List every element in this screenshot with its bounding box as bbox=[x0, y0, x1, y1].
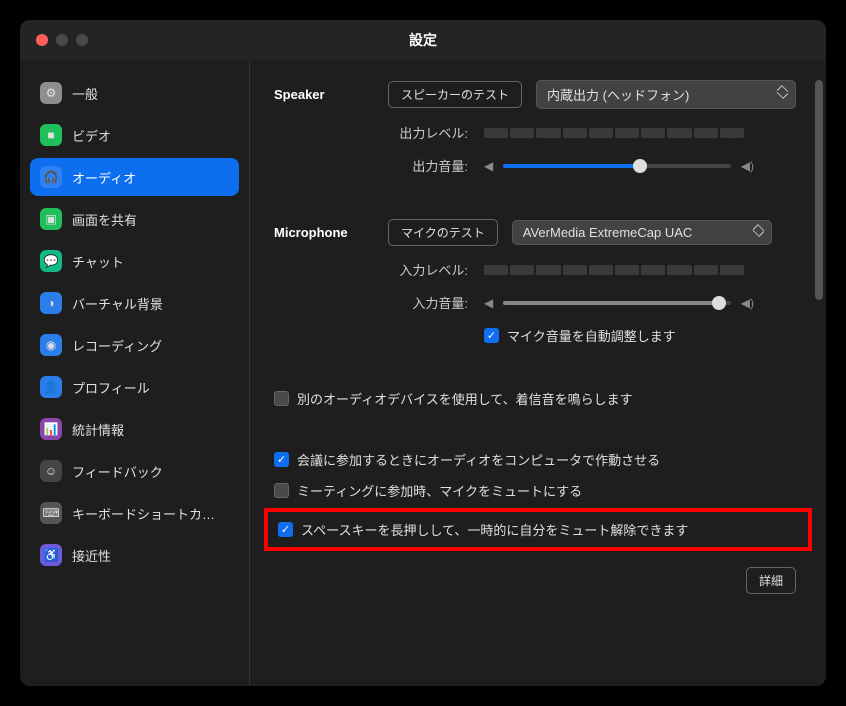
settings-window: 設定 ⚙ 一般 ■ ビデオ 🎧 オーディオ ▣ 画面を共有 💬 チャット ◑ バーチャル背景 ◉ レコーデ… bbox=[20, 20, 826, 686]
sidebar-icon: ♿ bbox=[40, 544, 62, 566]
sidebar-item-label: 一般 bbox=[72, 84, 98, 103]
sidebar-icon: ☺ bbox=[40, 460, 62, 482]
mute-on-join-label: ミーティングに参加時、マイクをミュートにする bbox=[297, 481, 582, 500]
sidebar-icon: ◉ bbox=[40, 334, 62, 356]
space-unmute-checkbox[interactable]: ✓ bbox=[278, 522, 293, 537]
sidebar-item-2[interactable]: 🎧 オーディオ bbox=[30, 158, 239, 196]
sidebar-item-label: フィードバック bbox=[72, 462, 163, 481]
volume-high-icon: ◀) bbox=[741, 296, 754, 310]
input-volume-slider[interactable] bbox=[503, 301, 731, 305]
highlight-annotation: ✓ スペースキーを長押しして、一時的に自分をミュート解除できます bbox=[264, 508, 812, 551]
traffic-lights bbox=[36, 34, 88, 46]
input-volume-label: 入力音量: bbox=[274, 293, 484, 312]
sidebar-item-label: プロフィール bbox=[72, 378, 150, 397]
sidebar-item-label: ビデオ bbox=[72, 126, 111, 145]
sidebar-icon: 📊 bbox=[40, 418, 62, 440]
join-audio-label: 会議に参加するときにオーディオをコンピュータで作動させる bbox=[297, 450, 660, 469]
input-level-meter bbox=[484, 265, 744, 275]
main-panel: Speaker スピーカーのテスト 内蔵出力 (ヘッドフォン) 出力レベル: 出… bbox=[250, 60, 826, 686]
sidebar-item-label: バーチャル背景 bbox=[72, 294, 163, 313]
mute-on-join-checkbox[interactable] bbox=[274, 483, 289, 498]
speaker-heading: Speaker bbox=[274, 87, 374, 102]
sidebar-item-label: キーボードショートカ… bbox=[72, 504, 215, 523]
auto-adjust-mic-checkbox[interactable]: ✓ bbox=[484, 328, 499, 343]
sidebar-item-1[interactable]: ■ ビデオ bbox=[30, 116, 239, 154]
output-level-label: 出力レベル: bbox=[274, 123, 484, 142]
sidebar-item-label: 統計情報 bbox=[72, 420, 124, 439]
scrollbar[interactable] bbox=[815, 80, 823, 300]
sidebar-icon: ⚙ bbox=[40, 82, 62, 104]
speaker-device-select[interactable]: 内蔵出力 (ヘッドフォン) bbox=[536, 80, 796, 109]
sidebar-item-8[interactable]: 📊 統計情報 bbox=[30, 410, 239, 448]
output-volume-slider[interactable] bbox=[503, 164, 731, 168]
sidebar-item-label: チャット bbox=[72, 252, 124, 271]
sidebar-item-5[interactable]: ◑ バーチャル背景 bbox=[30, 284, 239, 322]
window-title: 設定 bbox=[409, 30, 437, 50]
sidebar-icon: 👤 bbox=[40, 376, 62, 398]
mic-device-select[interactable]: AVerMedia ExtremeCap UAC bbox=[512, 220, 772, 245]
microphone-heading: Microphone bbox=[274, 225, 374, 240]
volume-low-icon: ◀ bbox=[484, 296, 493, 310]
sidebar-icon: 💬 bbox=[40, 250, 62, 272]
sidebar-item-label: 接近性 bbox=[72, 546, 111, 565]
sidebar-icon: ▣ bbox=[40, 208, 62, 230]
sidebar-item-9[interactable]: ☺ フィードバック bbox=[30, 452, 239, 490]
sidebar-item-4[interactable]: 💬 チャット bbox=[30, 242, 239, 280]
sidebar-item-3[interactable]: ▣ 画面を共有 bbox=[30, 200, 239, 238]
output-volume-label: 出力音量: bbox=[274, 156, 484, 175]
sidebar-item-11[interactable]: ♿ 接近性 bbox=[30, 536, 239, 574]
sidebar-icon: ■ bbox=[40, 124, 62, 146]
titlebar: 設定 bbox=[20, 20, 826, 60]
space-unmute-label: スペースキーを長押しして、一時的に自分をミュート解除できます bbox=[301, 520, 688, 539]
auto-adjust-mic-label: マイク音量を自動調整します bbox=[507, 326, 676, 345]
zoom-window-button[interactable] bbox=[76, 34, 88, 46]
test-speaker-button[interactable]: スピーカーのテスト bbox=[388, 81, 522, 108]
sidebar-item-7[interactable]: 👤 プロフィール bbox=[30, 368, 239, 406]
sidebar-icon: ⌨ bbox=[40, 502, 62, 524]
sidebar-item-label: 画面を共有 bbox=[72, 210, 137, 229]
volume-low-icon: ◀ bbox=[484, 159, 493, 173]
sidebar-icon: 🎧 bbox=[40, 166, 62, 188]
ringtone-device-checkbox[interactable] bbox=[274, 391, 289, 406]
sidebar-item-label: オーディオ bbox=[72, 168, 136, 187]
test-mic-button[interactable]: マイクのテスト bbox=[388, 219, 498, 246]
content-area: ⚙ 一般 ■ ビデオ 🎧 オーディオ ▣ 画面を共有 💬 チャット ◑ バーチャル背景 ◉ レコーディング… bbox=[20, 60, 826, 686]
advanced-button[interactable]: 詳細 bbox=[746, 567, 796, 594]
ringtone-device-label: 別のオーディオデバイスを使用して、着信音を鳴らします bbox=[297, 389, 633, 408]
input-level-label: 入力レベル: bbox=[274, 260, 484, 279]
join-audio-checkbox[interactable]: ✓ bbox=[274, 452, 289, 467]
output-level-meter bbox=[484, 128, 744, 138]
minimize-window-button[interactable] bbox=[56, 34, 68, 46]
sidebar-item-0[interactable]: ⚙ 一般 bbox=[30, 74, 239, 112]
sidebar: ⚙ 一般 ■ ビデオ 🎧 オーディオ ▣ 画面を共有 💬 チャット ◑ バーチャル背景 ◉ レコーディング… bbox=[20, 60, 250, 686]
close-window-button[interactable] bbox=[36, 34, 48, 46]
sidebar-item-10[interactable]: ⌨ キーボードショートカ… bbox=[30, 494, 239, 532]
sidebar-icon: ◑ bbox=[40, 292, 62, 314]
sidebar-item-6[interactable]: ◉ レコーディング bbox=[30, 326, 239, 364]
sidebar-item-label: レコーディング bbox=[72, 336, 162, 355]
volume-high-icon: ◀) bbox=[741, 159, 754, 173]
